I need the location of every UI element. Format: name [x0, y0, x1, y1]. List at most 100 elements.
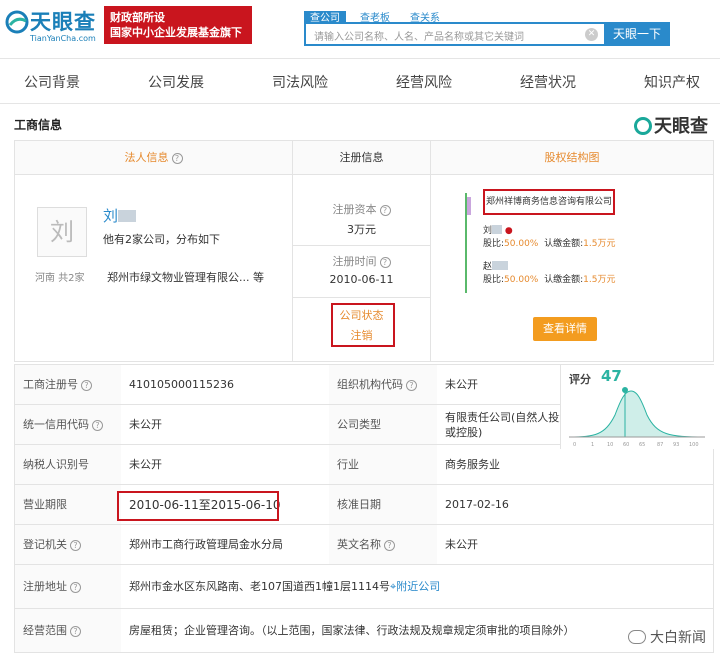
tick-label: 65 [639, 442, 645, 447]
blurred-name [118, 210, 137, 222]
person-tag-icon: ● [504, 226, 513, 236]
search-placeholder: 请输入公司名称、人名、产品名称或其它关键词 [314, 32, 524, 43]
nav-judicial-risk[interactable]: 司法风险 [272, 72, 328, 92]
watermark-eye-icon [634, 117, 652, 135]
search-button[interactable]: 天眼一下 [604, 22, 670, 46]
table-row: 经营范围? 房屋租赁；企业管理咨询。（以上范围，国家法律、行政法规及规章规定须审… [15, 608, 713, 652]
tick-label: 10 [607, 442, 613, 447]
registration-column: 注册信息 注册资本? 3万元 注册时间? 2010-06-11 公司状态 注销 [293, 141, 431, 361]
main-nav: 公司背景 公司发展 司法风险 经营风险 经营状况 知识产权 [0, 58, 720, 104]
table-row: 纳税人识别号 未公开 行业 商务服务业 [15, 444, 713, 484]
row-value: 未公开 [129, 458, 162, 471]
divider [293, 297, 430, 298]
row-label: 行业 [329, 445, 437, 484]
banner-line-2: 国家中小企业发展基金旗下 [110, 26, 242, 39]
distribution-curve [568, 390, 706, 438]
help-icon[interactable]: ? [379, 205, 391, 216]
registration-header: 注册信息 [293, 141, 430, 175]
row-label: 纳税人识别号 [15, 445, 121, 484]
section-header: 工商信息 天眼查 [14, 112, 714, 138]
row-value: 郑州市工商行政管理局金水分局 [129, 538, 283, 551]
legal-person-header: 法人信息? [15, 141, 292, 175]
divider [293, 245, 430, 246]
help-icon[interactable]: ? [81, 380, 92, 391]
help-icon[interactable]: ? [379, 257, 391, 268]
table-row: 登记机关? 郑州市工商行政管理局金水分局 英文名称? 未公开 [15, 524, 713, 564]
equity-company[interactable]: 郑州祥博商务信息咨询有限公司 [483, 189, 615, 215]
row-value: 有限责任公司(自然人投资或控股) [445, 411, 571, 439]
row-value: 未公开 [129, 418, 162, 431]
row-value: 未公开 [445, 538, 478, 551]
row-label: 统一信用代码? [15, 405, 121, 444]
legal-person-column: 法人信息? 刘 刘 他有2家公司，分布如下 河南 共2家 郑州市绿文物业管理有限… [15, 141, 293, 361]
tick-label: 1 [591, 442, 594, 447]
term-highlight [117, 491, 279, 521]
help-icon[interactable]: ? [384, 540, 395, 551]
help-icon[interactable]: ? [70, 626, 81, 637]
row-label: 营业期限 [15, 485, 121, 524]
equity-column: 股权结构图 郑州祥博商务信息咨询有限公司 刘 ● 股比:50.00% 认缴金额:… [431, 141, 713, 361]
site-logo[interactable]: 天眼查 TianYanCha.com [4, 6, 104, 48]
equity-header: 股权结构图 [431, 141, 713, 175]
clear-icon[interactable]: ✕ [585, 28, 598, 41]
help-icon[interactable]: ? [92, 420, 103, 431]
reg-time-label: 注册时间? [293, 253, 430, 269]
nav-ip[interactable]: 知识产权 [644, 72, 700, 92]
nearby-companies-link[interactable]: ⌖附近公司 [390, 580, 440, 593]
row-value: 2017-02-16 [445, 498, 509, 511]
tick-label: 87 [657, 442, 663, 447]
tick-label: 0 [573, 442, 576, 447]
tick-label: 93 [673, 442, 679, 447]
view-details-button[interactable]: 查看详情 [533, 317, 597, 341]
nav-company-development[interactable]: 公司发展 [148, 72, 204, 92]
holder-2[interactable]: 赵 股比:50.00% 认缴金额:1.5万元 [483, 261, 615, 287]
tick-label: 60 [623, 442, 629, 447]
table-row: 营业期限 2010-06-11至2015-06-10 核准日期 2017-02-… [15, 484, 713, 524]
search-tabs: 查公司 查老板 查关系 [304, 6, 454, 27]
row-value: 房屋租赁；企业管理咨询。（以上范围，国家法律、行政法规及规章规定须审批的项目除外… [129, 624, 575, 637]
help-icon[interactable]: ? [70, 582, 81, 593]
status-highlight [331, 303, 395, 347]
search-input[interactable]: 请输入公司名称、人名、产品名称或其它关键词 ✕ [304, 22, 604, 46]
banner-line-1: 财政部所设 [110, 11, 165, 24]
score-value: 47 [601, 367, 622, 385]
nav-business-status[interactable]: 经营状况 [520, 72, 576, 92]
header: 天眼查 TianYanCha.com 财政部所设 国家中小企业发展基金旗下 查公… [0, 0, 720, 56]
row-label: 公司类型 [329, 405, 437, 444]
nav-company-background[interactable]: 公司背景 [24, 72, 80, 92]
help-icon[interactable]: ? [70, 540, 81, 551]
related-company[interactable]: 郑州市绿文物业管理有限公... 等 [107, 269, 264, 285]
row-value: 未公开 [445, 378, 478, 391]
row-label: 经营范围? [15, 609, 121, 652]
reg-time-value: 2010-06-11 [329, 273, 394, 286]
avatar: 刘 [37, 207, 87, 257]
row-label: 登记机关? [15, 525, 121, 564]
watermark-logo: 天眼查 [634, 112, 708, 138]
watermark-text: 天眼查 [654, 116, 708, 137]
help-icon[interactable]: ? [171, 153, 183, 164]
nav-business-risk[interactable]: 经营风险 [396, 72, 452, 92]
tick-label: 100 [689, 442, 699, 447]
section-title: 工商信息 [14, 118, 63, 132]
row-label: 注册地址? [15, 565, 121, 608]
score-panel: 评分 47 0 1 10 60 65 87 93 100 [560, 365, 714, 449]
company-count: 他有2家公司，分布如下 [103, 233, 220, 246]
row-label: 组织机构代码? [329, 365, 437, 404]
row-label: 核准日期 [329, 485, 437, 524]
footer-watermark: 大白新闻 [628, 627, 706, 647]
promo-banner: 财政部所设 国家中小企业发展基金旗下 [104, 6, 252, 44]
holder-1[interactable]: 刘 ● 股比:50.00% 认缴金额:1.5万元 [483, 225, 615, 251]
row-value: 郑州市金水区东风路南、老107国道西1幢1层1114号⌖附近公司 [129, 580, 441, 593]
capital-label: 注册资本? [293, 201, 430, 217]
basic-info-panel: 法人信息? 刘 刘 他有2家公司，分布如下 河南 共2家 郑州市绿文物业管理有限… [14, 140, 714, 362]
region-count: 河南 共2家 [35, 273, 85, 284]
row-value: 商务服务业 [445, 458, 500, 471]
score-marker [622, 387, 628, 393]
logo-text: 天眼查 [30, 10, 96, 34]
legal-person-name[interactable]: 刘 [103, 205, 137, 226]
wechat-icon [628, 630, 646, 644]
table-row: 注册地址? 郑州市金水区东风路南、老107国道西1幢1层1114号⌖附近公司 [15, 564, 713, 608]
help-icon[interactable]: ? [406, 380, 417, 391]
row-value: 410105000115236 [129, 378, 234, 391]
capital-value: 3万元 [347, 223, 376, 236]
